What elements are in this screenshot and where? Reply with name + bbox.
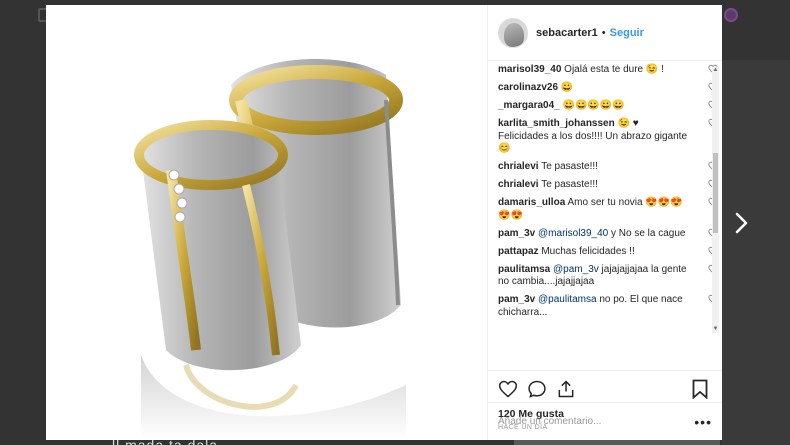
like-heart-icon[interactable] [498,379,518,399]
profile-story-icon [724,8,738,22]
comment-username[interactable]: _margara04_ [498,100,560,111]
comment-text: 😀😀😀😀😀 [562,100,625,111]
comment-item: carolinazv26 😀 [498,82,718,95]
comments-section: marisol39_40 Ojalá esta te dure 😉 ! carol… [488,61,722,370]
post-header: sebacarter1 • Seguir [488,5,722,61]
comment-item: pam_3v @marisol39_40 y No se la cague [498,227,718,241]
scrollbar-thumb[interactable] [713,153,718,233]
comment-item: karlita_smith_johanssen 😉 ♥ Felicidades … [498,118,718,156]
comment-item: damaris_ulloa Amo ser tu novia 😍😍😍😍😍 [498,197,718,222]
next-post-arrow-icon[interactable] [733,210,751,236]
comments-scrollbar[interactable]: ▲ ▼ [712,67,719,333]
comment-text: Te pasaste!!! [541,179,598,190]
comment-item: chrialevi Te pasaste!!! [498,179,718,192]
comment-username[interactable]: damaris_ulloa [498,197,565,208]
comment-item: pam_3v @paulitamsa no po. El que nace ch… [498,294,718,319]
share-upload-icon[interactable] [556,379,576,399]
bookmark-icon[interactable] [692,379,708,399]
comment-username[interactable]: karlita_smith_johanssen [498,118,615,129]
more-options-icon[interactable]: ••• [694,415,712,429]
comment-text: Te pasaste!!! [541,161,598,172]
post-actions [488,370,722,406]
separator-dot: • [601,26,606,39]
comment-list: marisol39_40 Ojalá esta te dure 😉 ! carol… [498,64,718,325]
comment-username[interactable]: paulitamsa [498,264,550,275]
post-photo-wedding-rings[interactable] [46,5,487,440]
add-comment-bar: ••• [488,402,722,440]
comment-username[interactable]: marisol39_40 [498,64,561,75]
comment-bubble-icon[interactable] [527,379,547,399]
avatar[interactable] [498,17,528,48]
follow-button[interactable]: Seguir [610,27,644,39]
comment-username[interactable]: pam_3v [498,228,535,239]
comment-input[interactable] [498,416,695,427]
comment-mention[interactable]: @marisol39_40 [538,228,608,239]
post-author-username[interactable]: sebacarter1 [536,27,598,39]
comment-mention[interactable]: @pam_3v [553,264,599,275]
comment-mention[interactable]: @paulitamsa [538,294,597,305]
scroll-down-arrow-icon[interactable]: ▼ [712,326,719,333]
comment-item: pattapaz Muchas felicidades !! [498,245,718,259]
comment-username[interactable]: pam_3v [498,294,535,305]
post-sidebar: sebacarter1 • Seguir marisol39_40 Ojalá … [487,5,722,440]
comment-username[interactable]: pattapaz [498,246,539,257]
comment-item: paulitamsa @pam_3v jajajajjajaa la gente… [498,264,718,289]
comment-text: Muchas felicidades !! [541,245,635,257]
comment-text: 😀 [560,82,574,93]
comment-username[interactable]: chrialevi [498,179,539,190]
comment-item: _margara04_ 😀😀😀😀😀 [498,100,718,113]
comment-item: chrialevi Te pasaste!!! [498,161,718,174]
backdrop-side-panel [722,60,790,445]
comment-username[interactable]: chrialevi [498,161,539,172]
comment-text: y No se la cague [608,227,686,239]
comment-text: Ojalá esta te dure 😉 ! [564,64,664,75]
scroll-up-arrow-icon[interactable]: ▲ [712,67,719,74]
comment-username[interactable]: carolinazv26 [498,82,558,93]
post-modal: sebacarter1 • Seguir marisol39_40 Ojalá … [46,5,722,440]
comment-item: marisol39_40 Ojalá esta te dure 😉 ! [498,64,718,77]
